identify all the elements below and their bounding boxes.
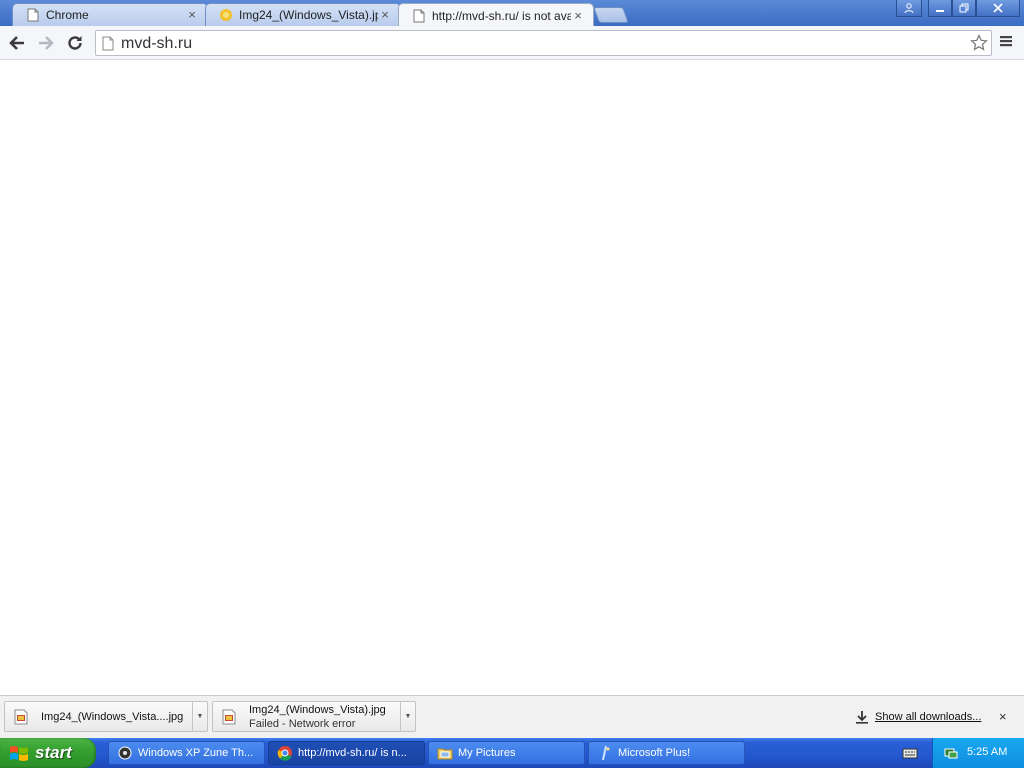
tab-image[interactable]: Img24_(Windows_Vista).jpg × (205, 3, 401, 26)
download-status: Failed - Network error (249, 718, 356, 730)
chevron-down-icon[interactable]: ▼ (192, 702, 207, 731)
restore-button[interactable] (952, 0, 976, 17)
taskbar: start Windows XP Zune Th... http://mvd-s… (0, 738, 1024, 768)
taskbar-item-zune[interactable]: Windows XP Zune Th... (108, 741, 265, 765)
download-filename: Img24_(Windows_Vista).jpg (249, 704, 386, 716)
taskbar-item-microsoft-plus[interactable]: Microsoft Plus! (588, 741, 745, 765)
taskbar-item-label: My Pictures (458, 747, 516, 759)
start-button[interactable]: start (0, 738, 96, 768)
taskbar-item-my-pictures[interactable]: My Pictures (428, 741, 585, 765)
image-file-icon (14, 709, 28, 725)
system-tray: 5:25 AM (932, 738, 1024, 768)
show-all-downloads-link[interactable]: Show all downloads... (855, 710, 981, 724)
hamburger-menu-icon (1000, 36, 1012, 47)
download-shelf: Img24_(Windows_Vista....jpg ▼ Img24_(Win… (0, 695, 1024, 738)
taskbar-item-label: Windows XP Zune Th... (138, 747, 254, 759)
download-icon (856, 711, 868, 724)
tab-active[interactable]: http://mvd-sh.ru/ is not avail × (398, 3, 594, 27)
forward-button[interactable] (35, 32, 57, 54)
page-content (0, 61, 1024, 695)
new-tab-button[interactable] (593, 7, 629, 23)
reload-button[interactable] (64, 32, 86, 54)
profile-button[interactable] (896, 0, 922, 17)
tab-title: Chrome (46, 8, 89, 22)
download-item[interactable]: Img24_(Windows_Vista).jpg Failed - Netwo… (212, 701, 416, 732)
download-filename: Img24_(Windows_Vista....jpg (41, 711, 184, 723)
download-item[interactable]: Img24_(Windows_Vista....jpg ▼ (4, 701, 208, 732)
tab-strip: Chrome × Img24_(Windows_Vista).jpg × htt… (0, 0, 1024, 27)
minimize-button[interactable] (928, 0, 952, 17)
taskbar-item-chrome[interactable]: http://mvd-sh.ru/ is n... (268, 741, 425, 765)
restore-icon (959, 3, 969, 13)
network-icon[interactable] (943, 745, 959, 764)
chevron-down-icon[interactable]: ▼ (400, 702, 415, 731)
address-bar[interactable]: mvd-sh.ru (95, 30, 992, 56)
minimize-icon (936, 10, 944, 12)
chrome-icon (277, 745, 293, 761)
user-icon (904, 3, 914, 13)
close-window-button[interactable] (976, 0, 1020, 17)
app-icon (117, 745, 133, 761)
taskbar-item-label: http://mvd-sh.ru/ is n... (298, 747, 407, 759)
bookmark-star-icon[interactable] (970, 34, 988, 55)
url-text: mvd-sh.ru (121, 35, 193, 52)
tab-close-icon[interactable]: × (571, 8, 585, 23)
plus-icon (597, 745, 613, 761)
tab-chrome[interactable]: Chrome × (12, 3, 208, 26)
start-label: start (35, 743, 72, 762)
tab-title: Img24_(Windows_Vista).jpg (239, 8, 378, 22)
page-icon (102, 36, 114, 54)
menu-button[interactable] (999, 34, 1013, 51)
close-shelf-icon[interactable]: × (999, 709, 1007, 724)
folder-icon (437, 745, 453, 761)
keyboard-icon[interactable] (902, 746, 918, 763)
image-file-icon (222, 709, 236, 725)
toolbar: mvd-sh.ru (0, 26, 1024, 60)
reload-icon (68, 36, 82, 50)
forward-arrow-icon (39, 36, 54, 50)
tab-close-icon[interactable]: × (378, 8, 392, 22)
tab-title: http://mvd-sh.ru/ is not avail (432, 8, 571, 23)
back-arrow-icon (9, 36, 24, 50)
clock[interactable]: 5:25 AM (967, 746, 1007, 758)
windows-logo-icon (10, 746, 28, 761)
page-icon (25, 7, 41, 23)
taskbar-item-label: Microsoft Plus! (618, 747, 691, 759)
back-button[interactable] (6, 32, 28, 54)
image-icon (218, 7, 234, 23)
close-icon (993, 3, 1003, 13)
page-icon (411, 8, 427, 24)
show-all-label: Show all downloads... (875, 711, 982, 723)
tab-close-icon[interactable]: × (185, 8, 199, 22)
